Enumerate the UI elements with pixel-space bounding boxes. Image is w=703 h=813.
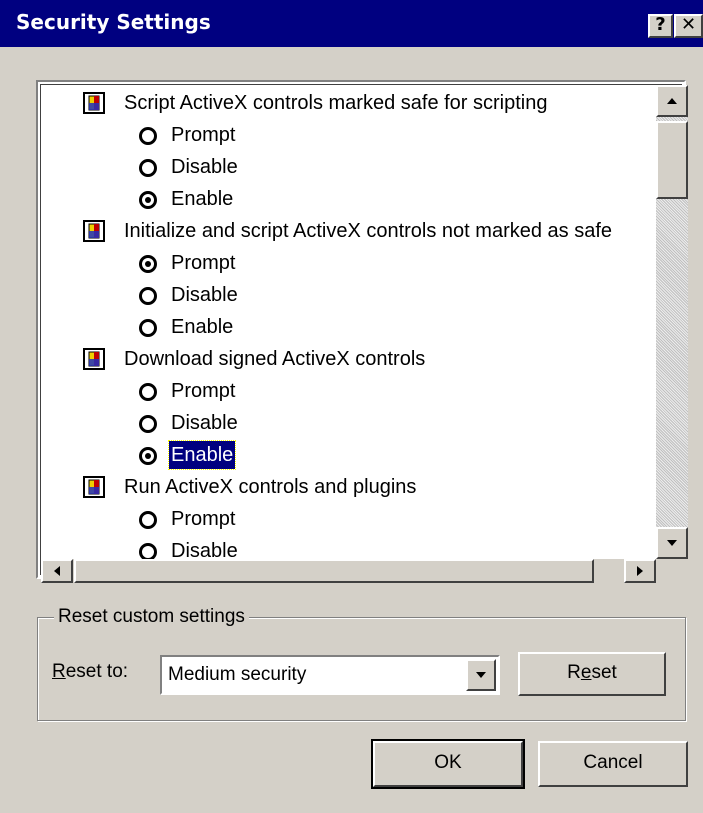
radio-button[interactable] [139,447,157,465]
settings-list-content: Script ActiveX controls marked safe for … [41,85,656,559]
arrow-right-icon [637,566,643,576]
radio-button[interactable] [139,127,157,145]
scroll-right-button[interactable] [624,559,656,583]
radio-button[interactable] [139,287,157,305]
radio-button[interactable] [139,415,157,433]
reset-group-legend: Reset custom settings [54,606,249,628]
radio-button[interactable] [139,543,157,559]
radio-button[interactable] [139,159,157,177]
security-settings-icon [83,92,105,114]
radio-button[interactable] [139,255,157,273]
chevron-down-icon [476,672,486,678]
scrollbar-corner [656,559,688,583]
radio-button[interactable] [139,383,157,401]
security-settings-icon [83,220,105,242]
option-label: Enable [171,188,234,210]
scroll-left-button[interactable] [41,559,73,583]
window-title: Security Settings [16,10,211,34]
security-settings-dialog: Security Settings ? ✕ Script ActiveX con… [0,0,703,813]
reset-to-label: Reset to: [52,661,129,682]
option-label: Disable [171,412,238,434]
settings-list-frame: Script ActiveX controls marked safe for … [40,84,688,583]
horizontal-scrollbar[interactable] [41,559,656,583]
setting-heading-label: Initialize and script ActiveX controls n… [124,220,613,242]
option-label: Disable [171,540,238,559]
option-label: Disable [171,284,238,306]
cancel-button[interactable]: Cancel [538,741,688,787]
security-settings-icon [83,348,105,370]
setting-heading-label: Run ActiveX controls and plugins [124,476,417,498]
option-label: Prompt [171,380,236,402]
close-button[interactable]: ✕ [674,14,703,38]
option-label: Prompt [171,252,236,274]
arrow-up-icon [667,98,677,104]
option-label: Enable [171,316,234,338]
reset-to-combobox[interactable]: Medium security [160,655,500,695]
option-label: Prompt [171,124,236,146]
vertical-scrollbar[interactable] [656,85,688,559]
horizontal-scroll-thumb[interactable] [74,559,594,583]
scroll-up-button[interactable] [656,85,688,117]
ok-button[interactable]: OK [371,739,525,789]
radio-button[interactable] [139,511,157,529]
arrow-down-icon [667,540,677,546]
radio-button[interactable] [139,191,157,209]
reset-custom-settings-group: Reset custom settings Reset to: Medium s… [37,606,686,721]
reset-to-value: Medium security [168,664,307,685]
reset-button[interactable]: Reset [518,652,666,696]
arrow-left-icon [54,566,60,576]
settings-list[interactable]: Script ActiveX controls marked safe for … [36,80,688,583]
setting-heading-label: Download signed ActiveX controls [124,348,426,370]
security-settings-icon [83,476,105,498]
setting-heading-label: Script ActiveX controls marked safe for … [124,92,548,114]
reset-to-dropdown-button[interactable] [466,659,496,691]
option-label: Disable [171,156,238,178]
option-label: Prompt [171,508,236,530]
vertical-scroll-thumb[interactable] [656,121,688,199]
radio-button[interactable] [139,319,157,337]
help-button[interactable]: ? [648,14,673,38]
help-icon: ? [655,14,666,35]
option-label: Enable [167,440,237,470]
scroll-down-button[interactable] [656,527,688,559]
close-icon: ✕ [680,14,697,35]
title-bar: Security Settings ? ✕ [0,0,703,47]
